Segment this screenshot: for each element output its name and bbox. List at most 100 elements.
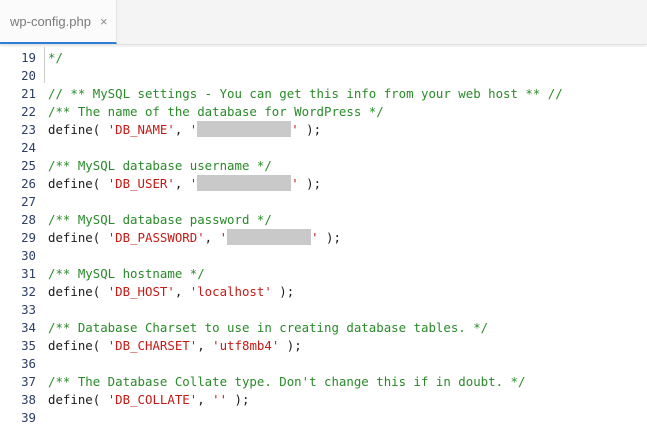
code-comment: /** MySQL database password */ [48,212,272,227]
line-number: 30 [21,248,36,263]
code-comment: /** Database Charset to use in creating … [48,320,489,335]
code-separator: , [174,122,190,137]
code-terminator: ); [227,392,250,407]
code-separator: , [204,230,220,245]
code-comment: */ [48,50,63,65]
line-number: 21 [21,86,36,101]
code-comment: // ** MySQL settings - You can get this … [48,86,563,101]
define-key-string: 'DB_PASSWORD' [107,230,205,245]
line-number: 31 [21,266,36,281]
code-line: 23 define( 'DB_NAME', ' ' ); [0,121,647,139]
code-line: 21 // ** MySQL settings - You can get thi… [0,85,647,103]
code-keyword: define( [48,176,108,191]
redacted-value [197,175,292,191]
line-number: 36 [21,356,36,371]
code-line: 35 define( 'DB_CHARSET', 'utf8mb4' ); [0,337,647,355]
line-number: 33 [21,302,36,317]
value-quote-close: ' [291,176,299,191]
code-separator: , [174,284,190,299]
code-separator: , [197,392,213,407]
value-quote-open: ' [189,122,198,137]
define-key-string: 'DB_HOST' [107,284,175,299]
code-text: /** MySQL hostname */ [48,265,205,283]
code-line: 30 [0,247,647,265]
define-value-string: 'localhost' [189,284,272,299]
line-number: 35 [21,338,36,353]
define-key-string: 'DB_USER' [107,176,175,191]
line-number: 22 [21,104,36,119]
code-line: 26 define( 'DB_USER', ' ' ); [0,175,647,193]
code-terminator: ); [298,176,322,191]
value-quote-close: ' [291,122,299,137]
code-keyword: define( [48,338,108,353]
redacted-value [227,229,312,245]
line-number: 29 [21,230,36,245]
code-line: 36 [0,355,647,373]
code-line: 22 /** The name of the database for WordP… [0,103,647,121]
line-number: 26 [21,176,36,191]
line-number: 27 [21,194,36,209]
code-text: /** The Database Collate type. Don't cha… [48,373,525,391]
code-line: 39 [0,409,647,427]
tab-label: wp-config.php [10,13,91,29]
code-line: 20 [0,67,647,85]
code-line: 34 /** Database Charset to use in creatin… [0,319,647,337]
code-terminator: ); [298,122,322,137]
code-line: 37 /** The Database Collate type. Don't c… [0,373,647,391]
code-line: 33 [0,301,647,319]
code-line: 28 /** MySQL database password */ [0,211,647,229]
line-number: 38 [21,392,36,407]
code-text: /** MySQL database username */ [48,157,272,175]
value-quote-open: ' [189,176,198,191]
code-line: 19 */ [0,49,647,67]
code-line: 25 /** MySQL database username */ [0,157,647,175]
code-editor[interactable]: 19 */ 20 21 // ** MySQL settings - You can g… [0,47,647,428]
code-line: 32 define( 'DB_HOST', 'localhost' ); [0,283,647,301]
code-line: 27 [0,193,647,211]
line-number: 39 [21,410,36,425]
line-number: 23 [21,122,36,137]
code-terminator: ); [271,284,295,299]
code-text: /** MySQL database password */ [48,211,272,229]
define-value-string: 'utf8mb4' [212,338,280,353]
code-line: 24 [0,139,647,157]
code-text: define( 'DB_CHARSET', 'utf8mb4' ); [48,337,302,355]
define-key-string: 'DB_NAME' [107,122,175,137]
line-number: 32 [21,284,36,299]
line-number: 24 [21,140,36,155]
code-text: define( 'DB_NAME', ' ' ); [48,121,321,139]
tab-wp-config[interactable]: wp-config.php × [0,0,117,44]
line-number: 37 [21,374,36,389]
code-text: define( 'DB_USER', ' ' ); [48,175,321,193]
code-separator: , [197,338,213,353]
code-line: 38 define( 'DB_COLLATE', '' ); [0,391,647,409]
code-text: /** The name of the database for WordPre… [48,103,384,121]
code-separator: , [174,176,190,191]
redacted-value [197,121,292,137]
line-number: 28 [21,212,36,227]
code-terminator: ); [318,230,341,245]
value-quote-open: ' [219,230,228,245]
close-icon[interactable]: × [100,14,108,29]
code-keyword: define( [48,230,108,245]
code-line: 31 /** MySQL hostname */ [0,265,647,283]
code-keyword: define( [48,284,108,299]
define-key-string: 'DB_CHARSET' [107,338,198,353]
code-text: */ [48,49,63,67]
define-key-string: 'DB_COLLATE' [107,392,198,407]
code-comment: /** MySQL hostname */ [48,266,205,281]
code-comment: /** MySQL database username */ [48,158,272,173]
code-text: // ** MySQL settings - You can get this … [48,85,563,103]
code-keyword: define( [48,392,108,407]
value-quote-close: ' [311,230,319,245]
code-text: define( 'DB_COLLATE', '' ); [48,391,249,409]
tab-bar: wp-config.php × [0,0,647,45]
line-number: 34 [21,320,36,335]
define-value-string: '' [212,392,228,407]
code-comment: /** The name of the database for WordPre… [48,104,384,119]
code-keyword: define( [48,122,108,137]
code-terminator: ); [279,338,302,353]
code-text: define( 'DB_HOST', 'localhost' ); [48,283,294,301]
code-text: /** Database Charset to use in creating … [48,319,488,337]
code-comment: /** The Database Collate type. Don't cha… [48,374,526,389]
